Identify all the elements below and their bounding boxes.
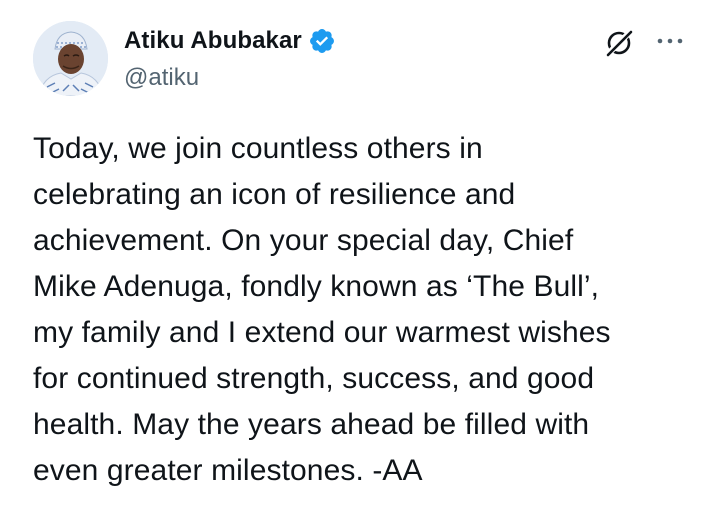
avatar-photo (33, 21, 108, 96)
grok-icon[interactable] (601, 24, 637, 60)
author-display-name[interactable]: Atiku Abubakar (124, 27, 302, 55)
avatar[interactable] (33, 21, 108, 96)
post-text: Today, we join countless others in celeb… (33, 132, 611, 487)
more-options-icon[interactable] (652, 27, 688, 55)
verified-badge-icon[interactable] (308, 27, 336, 55)
tweet-card: Atiku Abubakar @atiku Today, we join cou… (0, 0, 720, 505)
author-name-row: Atiku Abubakar (124, 27, 336, 55)
author-handle[interactable]: @atiku (124, 63, 199, 93)
